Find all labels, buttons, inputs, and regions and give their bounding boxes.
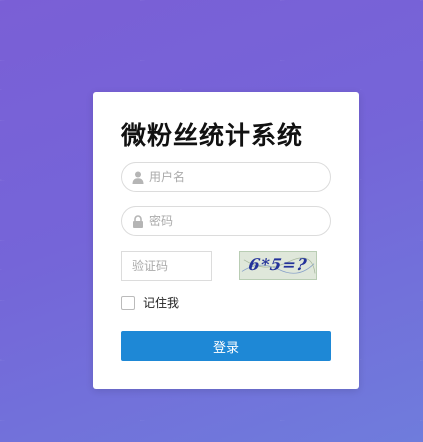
- lock-icon: [133, 215, 143, 228]
- username-field[interactable]: [121, 162, 331, 192]
- page-title: 微粉丝统计系统: [121, 121, 304, 150]
- login-button[interactable]: 登录: [121, 331, 331, 361]
- remember-checkbox[interactable]: [121, 295, 135, 310]
- user-icon: [132, 171, 144, 184]
- password-input[interactable]: [149, 207, 319, 235]
- remember-me[interactable]: 记住我: [121, 294, 179, 311]
- username-input[interactable]: [149, 163, 319, 191]
- captcha-text: 6*5=?: [247, 255, 309, 274]
- captcha-image[interactable]: 6*5=?: [239, 251, 317, 280]
- login-card: 微粉丝统计系统 6*5=? 记住我 登录: [93, 92, 359, 389]
- remember-label: 记住我: [143, 296, 180, 310]
- password-field[interactable]: [121, 206, 331, 236]
- captcha-input[interactable]: [121, 251, 212, 281]
